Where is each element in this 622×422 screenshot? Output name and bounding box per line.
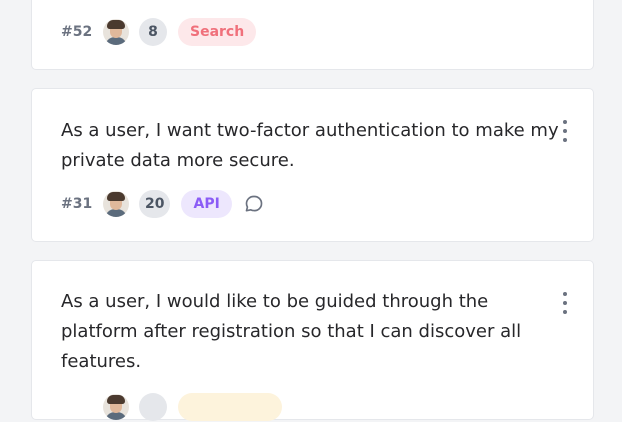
card-meta: #31 20 API (61, 189, 264, 219)
comment-icon[interactable] (244, 194, 264, 214)
story-text: As a user, I would like to be guided thr… (61, 291, 522, 372)
card-meta: #52 8 Search (61, 17, 268, 47)
card-meta (61, 392, 294, 422)
tag-badge[interactable] (178, 393, 282, 421)
story-points-badge: 8 (139, 18, 167, 46)
story-points-badge (139, 393, 167, 421)
tag-badge[interactable]: Search (178, 18, 257, 46)
avatar[interactable] (103, 191, 129, 217)
story-card[interactable]: #52 8 Search (31, 0, 594, 70)
avatar[interactable] (103, 394, 129, 420)
more-vertical-icon[interactable] (559, 120, 571, 142)
issue-id: #52 (61, 24, 93, 40)
issue-id: #31 (61, 196, 93, 212)
tag-badge[interactable]: API (181, 190, 232, 218)
more-vertical-icon[interactable] (559, 292, 571, 314)
story-card[interactable]: As a user, I would like to be guided thr… (31, 260, 594, 422)
story-text: As a user, I want two-factor authenticat… (61, 120, 559, 171)
avatar[interactable] (103, 19, 129, 45)
story-card[interactable]: As a user, I want two-factor authenticat… (31, 88, 594, 242)
story-points-badge: 20 (139, 190, 171, 218)
